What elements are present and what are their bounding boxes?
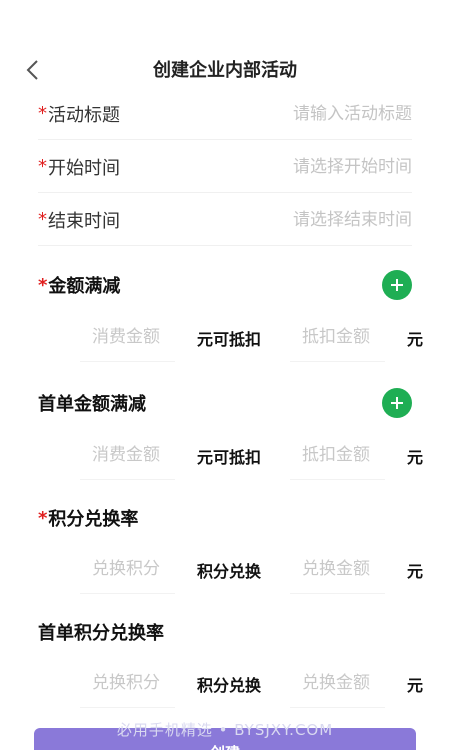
- start-time-picker[interactable]: [232, 156, 412, 177]
- rule-connector-text: 元可抵扣: [197, 330, 262, 349]
- rule-connector-text: 积分兑换: [197, 562, 262, 581]
- start-time-label: 开始时间: [48, 157, 120, 179]
- add-first-order-amount-reduction-button[interactable]: [382, 388, 412, 418]
- activity-title-label: 活动标题: [48, 104, 120, 126]
- points-exchange-rule: 积分兑换 元: [0, 549, 450, 594]
- start-time-row[interactable]: * 开始时间: [38, 141, 412, 193]
- divider: [290, 707, 385, 708]
- divider: [290, 479, 385, 480]
- first-order-points-exchange-section-header: 首单积分兑换率: [38, 612, 412, 652]
- watermark: 必用手机精选 • BYSJXY.COM: [116, 721, 334, 739]
- required-mark: *: [38, 507, 48, 529]
- divider: [80, 479, 175, 480]
- end-time-picker[interactable]: [232, 209, 412, 230]
- rule-connector-text: 元可抵扣: [197, 448, 262, 467]
- first-order-exchange-amount-input[interactable]: [286, 663, 386, 703]
- end-time-label: 结束时间: [48, 210, 120, 232]
- activity-title-row: * 活动标题: [38, 88, 412, 140]
- divider: [80, 593, 175, 594]
- create-button-label: 创建: [210, 742, 240, 750]
- divider: [80, 361, 175, 362]
- unit-label: 元: [407, 562, 424, 581]
- divider: [80, 707, 175, 708]
- first-order-amount-reduction-title: 首单金额满减: [38, 394, 146, 415]
- unit-label: 元: [407, 330, 424, 349]
- end-time-row[interactable]: * 结束时间: [38, 194, 412, 246]
- page-title: 创建企业内部活动: [153, 60, 297, 81]
- first-order-points-exchange-title: 首单积分兑换率: [38, 623, 164, 644]
- required-mark: *: [38, 103, 47, 124]
- amount-reduction-title: 金额满减: [48, 276, 121, 297]
- activity-title-input[interactable]: [232, 103, 412, 124]
- rule-connector-text: 积分兑换: [197, 676, 262, 695]
- create-activity-page: 创建企业内部活动 * 活动标题 * 开始时间 * 结束时间 * 金额满减: [0, 0, 450, 750]
- points-exchange-section-header: * 积分兑换率: [38, 498, 412, 538]
- points-exchange-title: 积分兑换率: [48, 509, 139, 530]
- divider: [290, 593, 385, 594]
- first-order-deduct-amount-input[interactable]: [286, 435, 386, 475]
- amount-reduction-rule: 元可抵扣 元: [0, 317, 450, 362]
- unit-label: 元: [407, 448, 424, 467]
- exchange-amount-input[interactable]: [286, 549, 386, 589]
- divider: [290, 361, 385, 362]
- unit-label: 元: [407, 676, 424, 695]
- plus-icon: [391, 397, 403, 409]
- header: 创建企业内部活动: [0, 50, 450, 90]
- exchange-points-input[interactable]: [76, 549, 176, 589]
- required-mark: *: [38, 156, 47, 177]
- required-mark: *: [38, 274, 48, 296]
- first-order-spend-amount-input[interactable]: [76, 435, 176, 475]
- first-order-points-exchange-rule: 积分兑换 元: [0, 663, 450, 708]
- plus-icon: [391, 279, 403, 291]
- required-mark: *: [38, 209, 47, 230]
- first-order-amount-reduction-rule: 元可抵扣 元: [0, 435, 450, 480]
- first-order-amount-reduction-section-header: 首单金额满减: [38, 383, 412, 423]
- first-order-exchange-points-input[interactable]: [76, 663, 176, 703]
- add-amount-reduction-button[interactable]: [382, 270, 412, 300]
- deduct-amount-input[interactable]: [286, 317, 386, 357]
- amount-reduction-section-header: * 金额满减: [38, 265, 412, 305]
- spend-amount-input[interactable]: [76, 317, 176, 357]
